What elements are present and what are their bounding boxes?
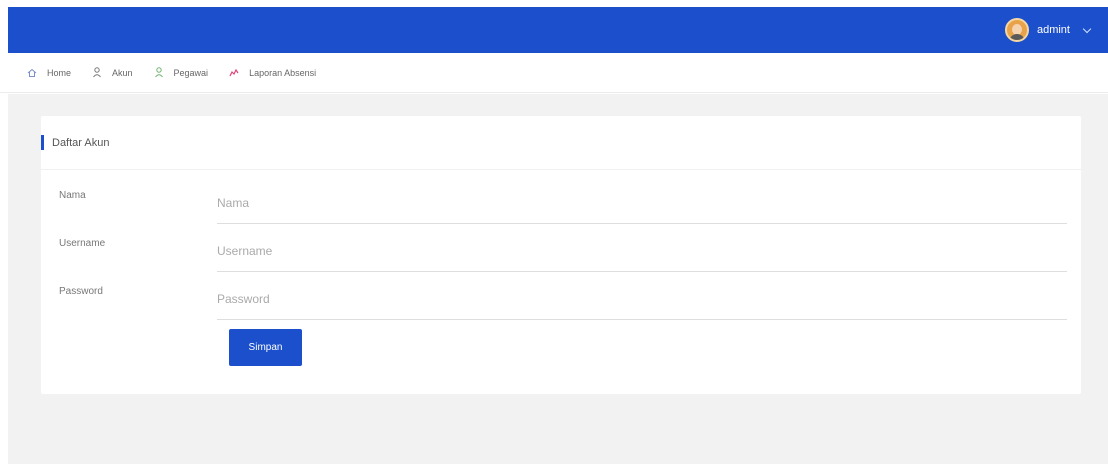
username-label: admint [1036, 24, 1070, 36]
chevron-down-icon[interactable] [1082, 24, 1092, 33]
nav-item-laporan-absensi[interactable]: Laporan Absensi [228, 67, 316, 79]
nav-item-home[interactable]: Home [26, 67, 71, 79]
form-row-password: Password [41, 278, 1081, 326]
account-form-card: Daftar Akun Nama Username Password Simpa… [41, 116, 1081, 394]
top-header-bar: admint [8, 7, 1108, 53]
nav-label-pegawai: Pegawai [173, 67, 209, 78]
home-icon [26, 67, 38, 79]
nav-item-akun[interactable]: Akun [91, 67, 133, 79]
field-label-password: Password [59, 286, 103, 297]
user-menu[interactable]: admint [1004, 18, 1092, 42]
field-label-nama: Nama [59, 190, 86, 201]
username-input[interactable] [217, 230, 1067, 272]
card-title: Daftar Akun [52, 136, 110, 149]
avatar-body [1008, 34, 1025, 40]
password-input[interactable] [217, 278, 1067, 320]
avatar[interactable] [1004, 18, 1029, 42]
form-row-nama: Nama [41, 182, 1081, 230]
main-nav: Home Akun Pegawai Laporan Absensi [0, 53, 1108, 93]
field-label-username: Username [59, 238, 106, 249]
card-header: Daftar Akun [41, 116, 1081, 170]
report-icon [228, 67, 240, 79]
nama-input[interactable] [217, 182, 1067, 224]
form-row-username: Username [41, 230, 1081, 278]
header-accent-bar [41, 135, 44, 150]
user-icon [91, 67, 103, 79]
nav-label-home: Home [47, 67, 72, 78]
nav-label-laporan-absensi: Laporan Absensi [249, 67, 317, 78]
nav-label-akun: Akun [112, 67, 133, 78]
simpan-button[interactable]: Simpan [229, 329, 302, 366]
employee-icon [153, 67, 165, 79]
nav-item-pegawai[interactable]: Pegawai [153, 67, 209, 79]
